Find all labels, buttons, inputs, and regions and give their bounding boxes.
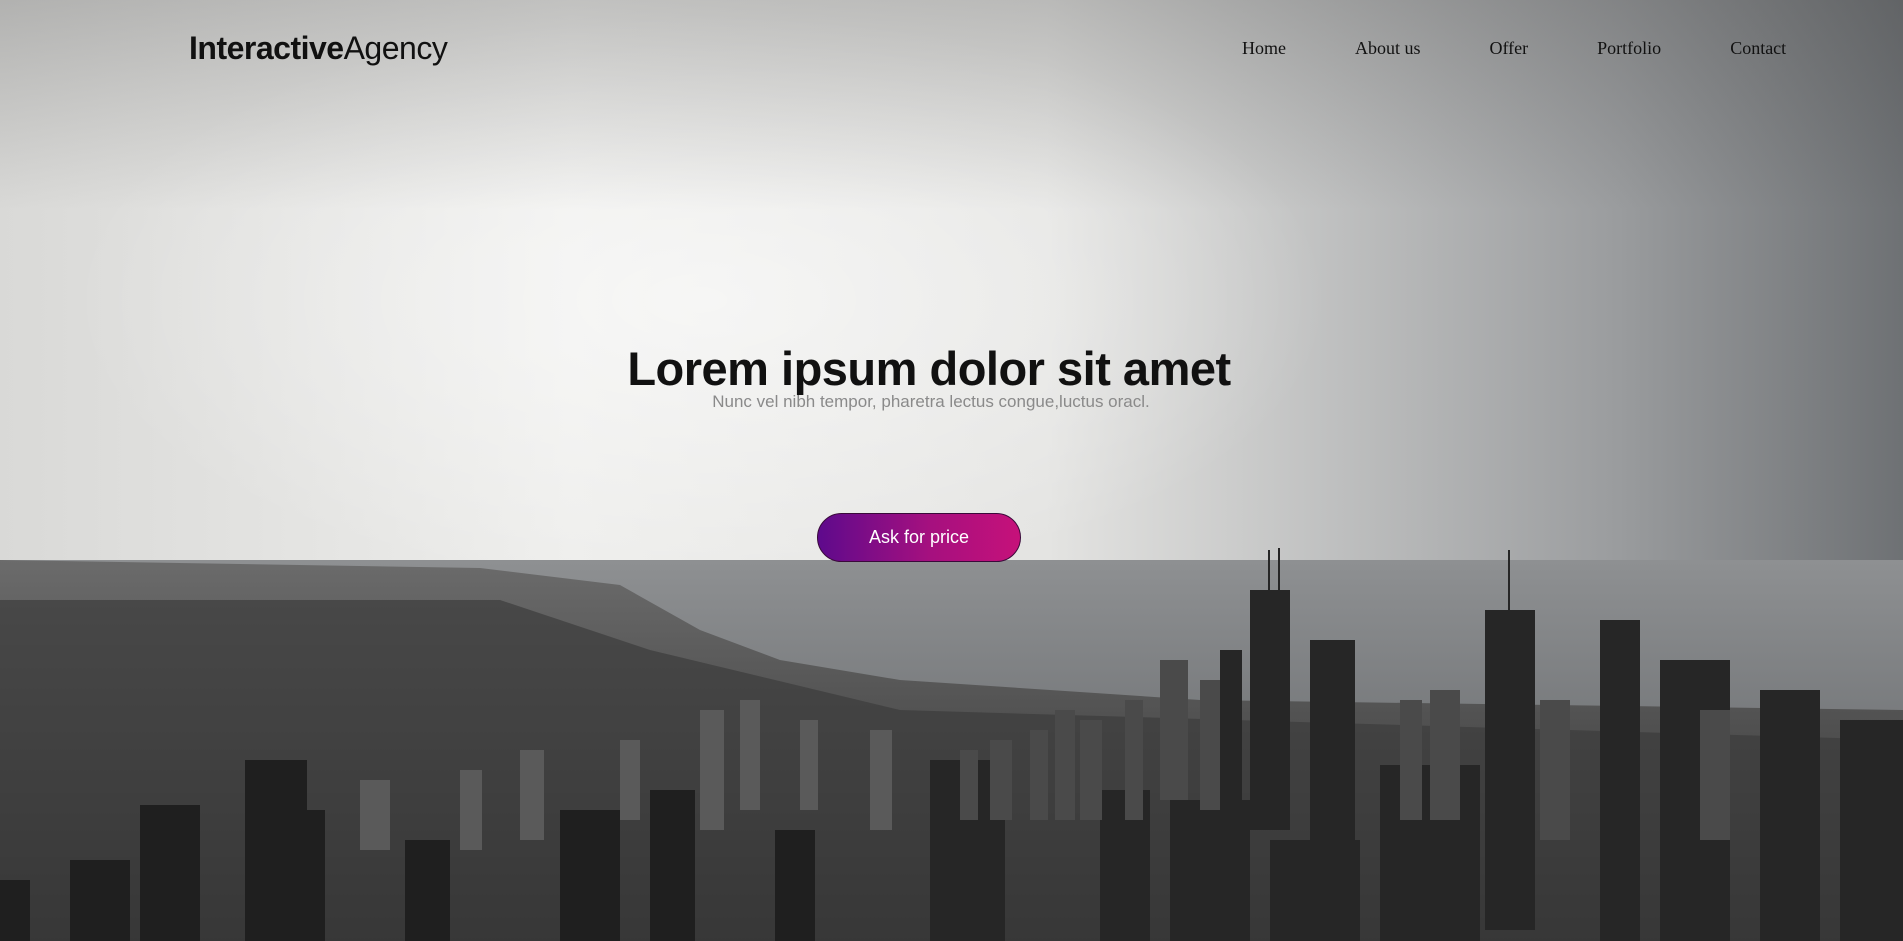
hero-title: Lorem ipsum dolor sit amet: [627, 342, 1231, 395]
sky-overlay: [0, 0, 1903, 600]
brand-logo-bold: Interactive: [189, 30, 344, 66]
nav-item-home[interactable]: Home: [1242, 38, 1286, 59]
ask-for-price-button[interactable]: Ask for price: [817, 513, 1021, 562]
city-skyline-image: [0, 548, 1903, 941]
hero-background-image: [0, 0, 1903, 941]
brand-logo-light: Agency: [343, 30, 448, 66]
nav-item-portfolio[interactable]: Portfolio: [1597, 38, 1661, 59]
nav-item-contact[interactable]: Contact: [1730, 38, 1786, 59]
nav-item-offer[interactable]: Offer: [1490, 38, 1529, 59]
nav-item-about-us[interactable]: About us: [1355, 38, 1421, 59]
main-navigation: Home About us Offer Portfolio Contact: [1242, 38, 1786, 59]
brand-logo[interactable]: InteractiveAgency: [189, 30, 448, 67]
hero-subtitle: Nunc vel nibh tempor, pharetra lectus co…: [712, 392, 1150, 411]
